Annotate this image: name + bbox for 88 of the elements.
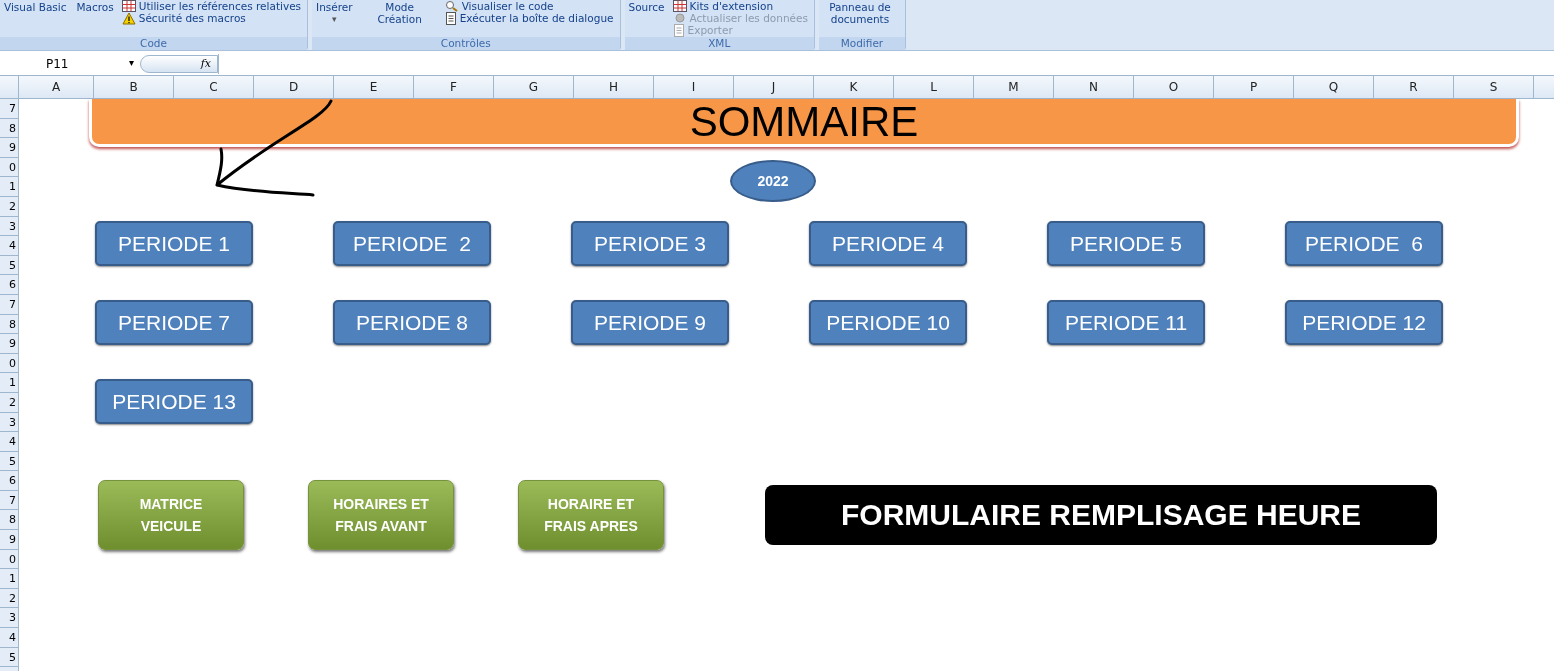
magnifier-icon [444, 0, 459, 12]
row-header[interactable]: 5 [0, 255, 18, 276]
period-button[interactable]: PERIODE 7 [95, 300, 253, 345]
row-header[interactable]: 1 [0, 373, 18, 393]
row-header[interactable]: 5 [0, 451, 18, 472]
ribbon-button[interactable]: Exécuter la boîte de dialogue [444, 12, 614, 24]
row-header[interactable]: 4 [0, 236, 18, 256]
column-header[interactable]: M [974, 76, 1054, 98]
row-header[interactable]: 8 [0, 314, 18, 335]
row-header[interactable]: 0 [0, 353, 18, 374]
group-label: Modifier [818, 37, 905, 50]
column-header[interactable]: S [1454, 76, 1534, 98]
row-header[interactable]: 0 [0, 157, 18, 178]
grid-icon [121, 0, 136, 12]
period-button[interactable]: PERIODE 2 [333, 221, 491, 266]
row-header[interactable]: 5 [0, 647, 18, 668]
group-label: Code [0, 37, 308, 50]
row-header[interactable]: 4 [0, 628, 18, 648]
column-header[interactable]: A [19, 76, 94, 98]
column-header[interactable]: B [94, 76, 174, 98]
grid-icon [672, 0, 687, 12]
period-button[interactable]: PERIODE 12 [1285, 300, 1443, 345]
title-banner[interactable]: SOMMAIRE [89, 99, 1519, 147]
form-button[interactable]: FORMULAIRE REMPLISAGE HEURE [765, 485, 1437, 545]
ribbon-button[interactable]: Visualiser le code [444, 0, 614, 12]
column-header[interactable]: D [254, 76, 334, 98]
ribbon-button[interactable]: Macros [74, 0, 116, 37]
period-button[interactable]: PERIODE 6 [1285, 221, 1443, 266]
column-header[interactable]: N [1054, 76, 1134, 98]
ribbon-button[interactable]: Visual Basic [2, 0, 69, 37]
column-header[interactable]: E [334, 76, 414, 98]
period-button[interactable]: PERIODE 13 [95, 379, 253, 424]
name-box[interactable]: P11 ▾ [0, 57, 140, 71]
row-header[interactable]: 2 [0, 392, 18, 413]
column-header[interactable]: R [1374, 76, 1454, 98]
period-button[interactable]: PERIODE 4 [809, 221, 967, 266]
row-header[interactable]: 4 [0, 432, 18, 452]
row-header[interactable]: 7 [0, 294, 18, 315]
fx-button[interactable]: fx [140, 55, 218, 73]
gear-icon [672, 12, 687, 24]
row-header[interactable]: 1 [0, 177, 18, 197]
row-header[interactable]: 9 [0, 530, 18, 550]
row-header[interactable]: 8 [0, 510, 18, 531]
period-button[interactable]: PERIODE 10 [809, 300, 967, 345]
column-header[interactable]: P [1214, 76, 1294, 98]
warning-icon [121, 11, 136, 25]
row-header[interactable]: 1 [0, 569, 18, 589]
row-header[interactable]: 0 [0, 549, 18, 570]
column-header[interactable]: G [494, 76, 574, 98]
column-header[interactable]: C [174, 76, 254, 98]
period-button[interactable]: PERIODE 8 [333, 300, 491, 345]
ribbon-button[interactable]: Sécurité des macros [121, 12, 302, 24]
row-header[interactable]: 8 [0, 118, 18, 139]
ribbon-button[interactable]: Insérer ▾ [314, 0, 355, 37]
ribbon-button[interactable]: Panneau de documents [820, 0, 899, 37]
row-header[interactable]: 3 [0, 608, 18, 629]
year-button[interactable]: 2022 [730, 160, 816, 202]
period-button[interactable]: PERIODE 9 [571, 300, 729, 345]
ribbon-button[interactable]: Kits d'extension [672, 0, 808, 12]
column-header[interactable]: F [414, 76, 494, 98]
column-header[interactable]: K [814, 76, 894, 98]
row-header[interactable]: 6 [0, 471, 18, 491]
row-header[interactable]: 2 [0, 196, 18, 217]
column-header[interactable]: Q [1294, 76, 1374, 98]
column-header[interactable]: I [654, 76, 734, 98]
row-header[interactable]: 9 [0, 334, 18, 354]
ribbon-button[interactable]: Source [626, 0, 667, 37]
row-header[interactable]: 9 [0, 138, 18, 158]
row-header[interactable]: 7 [0, 99, 18, 119]
period-button[interactable]: PERIODE 5 [1047, 221, 1205, 266]
group-label: Contrôles [312, 37, 620, 50]
ribbon-button[interactable]: Mode Création [360, 0, 439, 37]
column-header[interactable]: O [1134, 76, 1214, 98]
period-button[interactable]: PERIODE 3 [571, 221, 729, 266]
period-button[interactable]: PERIODE 11 [1047, 300, 1205, 345]
page-icon [444, 11, 457, 25]
row-header[interactable]: 6 [0, 275, 18, 295]
row-header[interactable]: 3 [0, 412, 18, 433]
period-button[interactable]: PERIODE 1 [95, 221, 253, 266]
row-header[interactable]: 3 [0, 216, 18, 237]
column-header[interactable]: J [734, 76, 814, 98]
page-icon [672, 23, 685, 37]
ribbon-button[interactable]: Utiliser les références relatives [121, 0, 302, 12]
row-header[interactable]: 7 [0, 490, 18, 511]
group-label: XML [624, 37, 814, 50]
column-header[interactable]: L [894, 76, 974, 98]
row-header[interactable]: 2 [0, 588, 18, 609]
column-header[interactable]: H [574, 76, 654, 98]
